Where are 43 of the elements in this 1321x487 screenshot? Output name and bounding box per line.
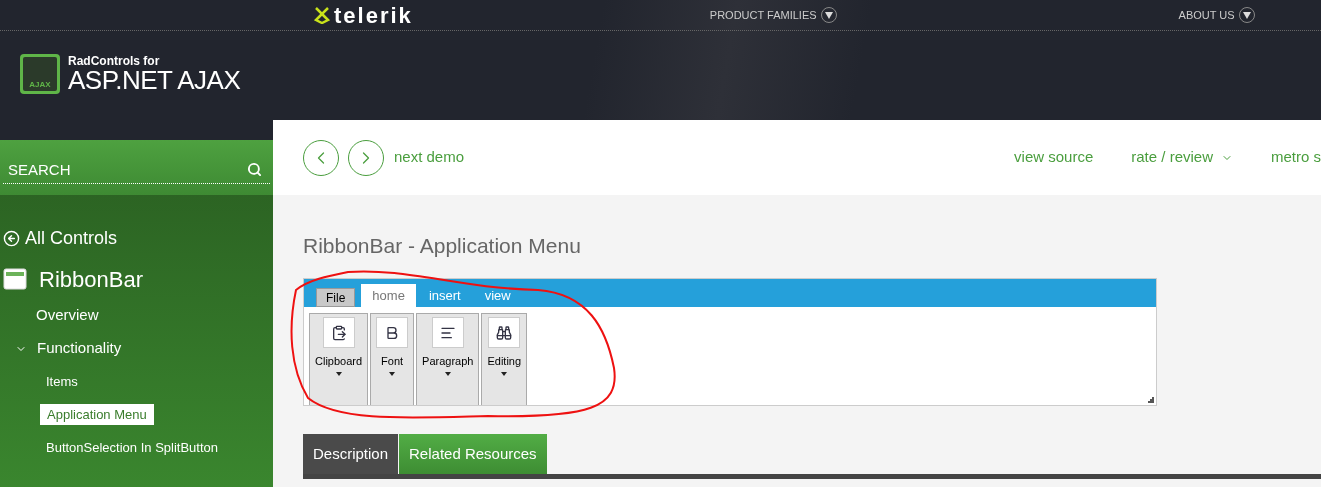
back-link[interactable]: All Controls [25,224,118,252]
caret-icon [389,371,396,376]
search-icon[interactable] [247,161,262,177]
caret-icon [444,371,451,376]
file-menu-button[interactable]: File [316,288,356,307]
logo-badge-text: AJAX [29,79,51,91]
back-icon [3,229,20,247]
telerik-logo-icon [313,6,331,24]
paragraph-icon [431,317,464,348]
demo-link[interactable]: metro s [1271,146,1321,169]
ribbon-group-button[interactable]: Clipboard [309,313,369,405]
sidebar-item[interactable]: Application Menu [40,403,154,426]
search-field[interactable]: SEARCH [3,155,270,184]
demo-link[interactable]: rate / review [1131,146,1213,169]
control-title: RibbonBar [39,265,143,294]
brand-name: telerik [334,1,413,30]
binoculars-icon [488,317,521,348]
content-tab[interactable]: Description [303,434,399,474]
page-title: RibbonBar - Application Menu [303,233,582,259]
ribbon-tab[interactable]: insert [417,284,472,307]
search-input[interactable]: SEARCH [3,155,228,183]
product-title: ASP.NET AJAX [68,67,241,93]
ribbon-group-button[interactable]: Editing [481,313,528,405]
ribbon-tab[interactable]: view [473,284,522,307]
bold-icon [376,317,409,348]
product-subtitle: RadControls for [68,55,161,67]
sidebar-item[interactable]: Items [46,371,78,392]
window-icon [3,267,27,291]
sidebar-item[interactable]: Overview [36,304,99,327]
ribbon-tab[interactable]: home [361,284,416,307]
nav-menu[interactable]: PRODUCT FAMILIES [709,6,817,24]
ribbon-group-button[interactable]: Paragraph [416,313,480,405]
sidebar-item[interactable]: Functionality [37,337,122,360]
caret-icon [501,371,508,376]
caret-icon [335,371,342,376]
ribbon-group-button[interactable]: Font [370,313,415,405]
clipboard-icon [322,317,355,348]
next-demo-link[interactable]: next demo [394,146,465,169]
sidebar-item[interactable]: ButtonSelection In SplitButton [46,437,218,458]
content-tab[interactable]: Related Resources [399,434,547,474]
resize-grip-icon [1148,397,1154,403]
nav-menu[interactable]: ABOUT US [1178,6,1235,24]
demo-link[interactable]: view source [1014,146,1094,169]
